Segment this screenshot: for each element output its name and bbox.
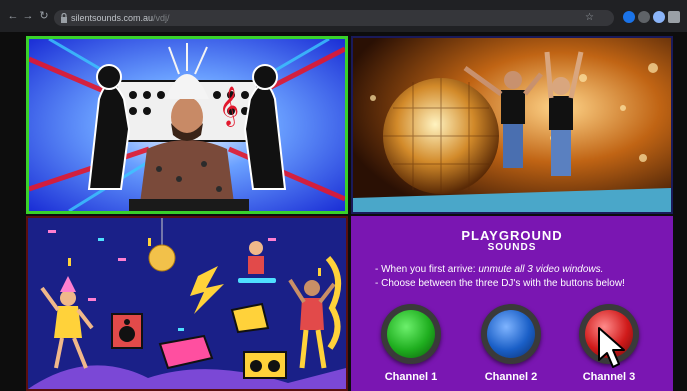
brand-logo-line2: SOUNDS (487, 242, 537, 253)
instruction-line-1: - When you first arrive: unmute all 3 vi… (375, 264, 604, 275)
arrow-left-icon[interactable]: ← (6, 9, 20, 23)
address-bar[interactable]: silentsounds.com.au/vdj/ ☆ (54, 10, 614, 26)
mouse-pointer-icon (598, 327, 625, 368)
channel-1-label: Channel 1 (384, 371, 438, 383)
dj-video-frame: 𝄞 (29, 39, 345, 211)
video-window-channel-2[interactable] (351, 36, 673, 214)
extension-icon[interactable] (623, 11, 635, 23)
channel-control-panel: PLAYGROUND SOUNDS - When you first arriv… (351, 216, 673, 391)
url-text: silentsounds.com.au/vdj/ (71, 13, 170, 23)
channel-1-button[interactable] (381, 304, 441, 364)
arrow-right-icon[interactable]: → (21, 9, 35, 23)
menu-icon[interactable] (668, 11, 680, 23)
instruction-line-2: - Choose between the three DJ's with the… (375, 278, 625, 289)
video-window-channel-3[interactable] (26, 216, 348, 391)
channel-3-label: Channel 3 (582, 371, 636, 383)
brand-logo-line1: PLAYGROUND (461, 228, 563, 243)
svg-text:𝄞: 𝄞 (219, 86, 239, 127)
video-window-channel-1[interactable]: 𝄞 (26, 36, 348, 214)
lock-icon (61, 13, 67, 23)
extension-icon[interactable] (653, 11, 665, 23)
reload-icon[interactable]: ↻ (37, 9, 51, 23)
channel-2-label: Channel 2 (484, 371, 538, 383)
party-animation-frame (28, 218, 346, 389)
channel-2-button[interactable] (481, 304, 541, 364)
extension-icon[interactable] (638, 11, 650, 23)
dancers-video-frame (353, 38, 671, 212)
browser-toolbar: ← → ↻ silentsounds.com.au/vdj/ ☆ (0, 0, 687, 32)
star-icon[interactable]: ☆ (585, 11, 594, 25)
